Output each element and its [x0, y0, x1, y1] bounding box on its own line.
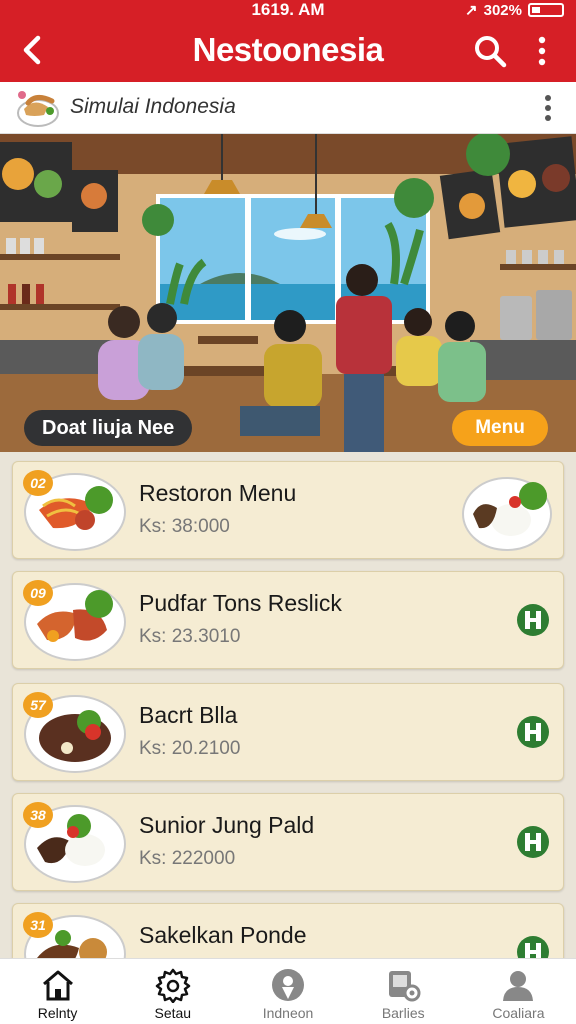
sub-header: Simulai Indonesia	[0, 82, 576, 134]
item-badge: 09	[23, 580, 53, 606]
menu-item-card[interactable]: 09 Pudfar Tons Reslick Ks: 23.3010	[12, 571, 564, 669]
more-vertical-icon[interactable]	[522, 31, 562, 71]
gallery-settings-icon	[389, 971, 421, 1002]
add-to-cart-icon[interactable]	[515, 824, 551, 860]
location-icon	[272, 969, 304, 1001]
nav-item-coaliara[interactable]: Coaliara	[461, 959, 576, 1024]
search-icon[interactable]	[470, 31, 510, 71]
settings-gear-icon	[155, 968, 191, 1003]
nav-label: Coaliara	[492, 1005, 545, 1021]
home-icon	[42, 970, 73, 1001]
profile-icon	[503, 971, 534, 1001]
app-bar: Nestoonesia	[0, 22, 576, 82]
item-name: Restoron Menu	[139, 480, 297, 506]
menu-item-card[interactable]: 57 Bacrt Blla Ks: 20.2100	[12, 683, 564, 781]
item-price: Ks: 20.2100	[139, 738, 241, 759]
nav-label: Indneon	[262, 1005, 314, 1021]
signal-icon: ↗	[465, 2, 478, 19]
menu-item-card[interactable]: 38 Sunior Jung Pald Ks: 222000	[12, 793, 564, 891]
nav-item-indneon[interactable]: Indneon	[230, 959, 345, 1024]
battery-percent: 302%	[483, 1, 522, 19]
item-name: Pudfar Tons Reslick	[139, 590, 342, 616]
hero-banner: Doat liuja Nee Menu	[0, 134, 576, 452]
bottom-navigation: Relnty Setau Indneon Barlies Coaliara	[0, 958, 576, 1024]
item-name: Bacrt Blla	[139, 702, 238, 728]
menu-button[interactable]: Menu	[452, 410, 548, 446]
hero-location-pill[interactable]: Doat liuja Nee	[24, 410, 193, 446]
item-name: Sunior Jung Pald	[139, 812, 315, 838]
item-price: Ks: 222000	[139, 848, 236, 869]
restaurant-interior-illustration	[0, 134, 576, 452]
nav-label: Barlies	[381, 1005, 425, 1021]
item-badge: 38	[23, 802, 53, 828]
item-price: Ks: 23.3010	[139, 626, 241, 647]
nav-item-setau[interactable]: Setau	[115, 959, 230, 1024]
nav-item-relnty[interactable]: Relnty	[0, 959, 115, 1024]
sub-header-title: Simulai Indonesia	[70, 95, 236, 118]
rice-plate-icon	[462, 477, 552, 551]
battery-icon	[528, 3, 564, 17]
item-badge: 57	[23, 692, 53, 718]
nav-label: Setau	[154, 1005, 192, 1021]
more-vertical-icon[interactable]	[538, 92, 558, 124]
add-to-cart-icon[interactable]	[515, 714, 551, 750]
item-price: Ks: 38:000	[139, 516, 230, 537]
item-badge: 31	[23, 912, 53, 938]
item-name: Sakelkan Ponde	[139, 922, 307, 948]
nav-label: Relnty	[37, 1005, 78, 1021]
menu-item-card[interactable]: 02 Restoron Menu Ks: 38:000	[12, 461, 564, 559]
restaurant-logo-icon	[14, 87, 62, 129]
item-badge: 02	[23, 470, 53, 496]
nav-item-barlies[interactable]: Barlies	[346, 959, 461, 1024]
status-bar: 1619. AM ↗ 302%	[0, 0, 576, 22]
status-indicators: ↗ 302%	[465, 1, 564, 19]
add-to-cart-icon[interactable]	[515, 602, 551, 638]
